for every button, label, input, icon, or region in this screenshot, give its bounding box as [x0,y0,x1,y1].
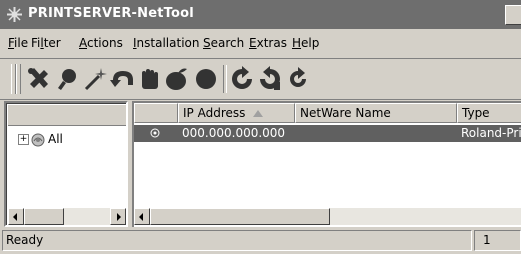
reload-icon[interactable] [285,66,311,92]
list-pane[interactable]: IP Address NetWare Name Type 000.000.000… [132,101,521,227]
tree-expand-toggle[interactable]: + [18,134,29,145]
tree-pane[interactable]: + All [4,101,128,227]
column-header-ip[interactable]: IP Address [178,103,295,123]
toolbar [0,58,521,100]
printserver-icon [150,128,160,138]
menu-file[interactable]: File [8,36,28,50]
window-title: PRINTSERVER-NetTool [28,6,194,21]
network-group-icon [31,133,45,147]
search-magnifier-icon[interactable] [54,66,80,92]
menu-extras[interactable]: Extras [249,36,287,50]
undo-arrow-icon[interactable] [110,66,136,92]
column-header-ip-label: IP Address [183,106,246,120]
tree-item-label: All [48,132,63,146]
menu-installation[interactable]: Installation [133,36,199,50]
cell-type: Roland-Pri [461,126,521,140]
status-bar: Ready 1 [0,229,521,254]
list-hscrollbar[interactable] [134,208,521,225]
app-window: PRINTSERVER-NetTool File Filter Actions … [0,0,521,254]
apple-icon[interactable] [164,66,190,92]
menu-filter[interactable]: Filter [31,36,61,50]
scroll-thumb[interactable] [24,208,64,225]
title-bar[interactable]: PRINTSERVER-NetTool [0,0,521,29]
column-header-netware[interactable]: NetWare Name [295,103,457,123]
refresh-back-icon[interactable] [257,66,283,92]
app-icon [7,7,22,22]
tree-hscrollbar[interactable] [8,208,126,225]
table-row[interactable]: 000.000.000.000 Roland-Pri [134,125,521,142]
sort-ascending-icon [253,110,264,117]
hand-icon[interactable] [137,66,163,92]
tools-icon[interactable] [26,66,52,92]
list-scroll-thumb[interactable] [150,208,330,225]
toolbar-grip-2 [16,64,21,94]
list-scroll-left-button[interactable] [134,208,150,225]
column-header-icon[interactable] [134,103,178,123]
menu-actions[interactable]: Actions [79,36,123,50]
scroll-right-button[interactable] [110,208,126,225]
menu-help[interactable]: Help [292,36,319,50]
status-count: 1 [474,230,521,251]
tree-header [8,105,126,126]
menu-search[interactable]: Search [203,36,244,50]
status-text: Ready [2,230,472,251]
column-headers: IP Address NetWare Name Type [134,103,521,123]
arrow-right-icon [117,213,121,221]
refresh-icon[interactable] [229,66,255,92]
scroll-left-button[interactable] [8,208,24,225]
cell-ip-address: 000.000.000.000 [182,126,286,140]
toolbar-separator [223,65,227,93]
menu-bar: File Filter Actions Installation Search … [0,33,521,55]
arrow-left-icon [139,213,143,221]
arrow-left-icon [13,213,17,221]
circle-icon[interactable] [193,66,219,92]
column-header-type[interactable]: Type [457,103,521,123]
minimize-button[interactable] [505,5,521,25]
wand-icon[interactable] [82,66,108,92]
